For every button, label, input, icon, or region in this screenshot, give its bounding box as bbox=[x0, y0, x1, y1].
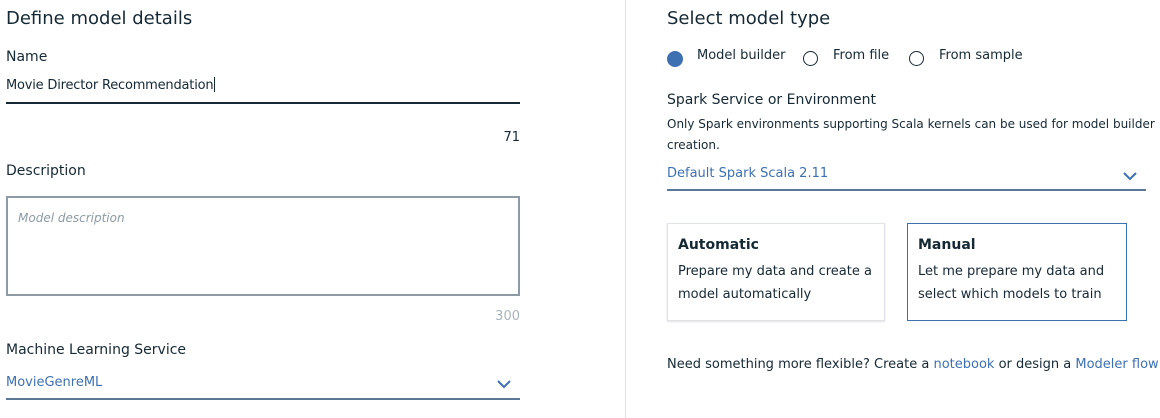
footer-prefix: Need something more flexible? Create a bbox=[667, 357, 934, 372]
radio-model-builder[interactable] bbox=[667, 51, 683, 67]
name-char-counter: 71 bbox=[503, 130, 520, 145]
automatic-card[interactable]: Automatic Prepare my data and create a m… bbox=[667, 223, 885, 321]
column-divider bbox=[625, 0, 626, 418]
ml-service-select[interactable]: MovieGenreML bbox=[6, 375, 520, 400]
spark-helper-text-2: creation. bbox=[667, 138, 720, 152]
name-label: Name bbox=[6, 49, 48, 65]
chevron-down-icon bbox=[1123, 172, 1137, 181]
notebook-link[interactable]: notebook bbox=[933, 357, 994, 372]
spark-environment-value: Default Spark Scala 2.11 bbox=[667, 166, 829, 181]
spark-label: Spark Service or Environment bbox=[667, 92, 877, 108]
footer-text: Need something more flexible? Create a n… bbox=[667, 357, 1159, 372]
manual-card-title: Manual bbox=[918, 237, 976, 253]
manual-card[interactable]: Manual Let me prepare my data and select… bbox=[907, 223, 1127, 321]
section-heading-model-details: Define model details bbox=[6, 8, 193, 29]
radio-label-from-file[interactable]: From file bbox=[833, 48, 889, 63]
radio-from-file[interactable] bbox=[803, 51, 818, 66]
ml-service-value: MovieGenreML bbox=[6, 375, 103, 390]
ml-service-label: Machine Learning Service bbox=[6, 342, 187, 358]
description-placeholder: Model description bbox=[18, 211, 125, 225]
spark-environment-select[interactable]: Default Spark Scala 2.11 bbox=[667, 166, 1146, 191]
name-input-value: Movie Director Recommendation bbox=[6, 77, 216, 93]
radio-from-sample[interactable] bbox=[909, 51, 924, 66]
automatic-card-description: Prepare my data and create a model autom… bbox=[678, 264, 872, 302]
name-input[interactable]: Movie Director Recommendation bbox=[6, 76, 520, 104]
manual-card-description: Let me prepare my data and select which … bbox=[918, 264, 1105, 302]
automatic-card-title: Automatic bbox=[678, 237, 759, 253]
description-textarea[interactable]: Model description bbox=[6, 196, 520, 296]
description-label: Description bbox=[6, 163, 86, 179]
section-heading-model-type: Select model type bbox=[667, 8, 831, 29]
radio-label-from-sample[interactable]: From sample bbox=[939, 48, 1023, 63]
radio-label-model-builder[interactable]: Model builder bbox=[697, 48, 785, 63]
footer-middle: or design a bbox=[994, 357, 1076, 372]
description-char-counter: 300 bbox=[495, 309, 520, 324]
chevron-down-icon bbox=[497, 380, 511, 389]
spark-helper-text-1: Only Spark environments supporting Scala… bbox=[667, 117, 1155, 131]
modeler-flow-link[interactable]: Modeler flow bbox=[1075, 357, 1158, 372]
text-caret bbox=[214, 77, 216, 92]
